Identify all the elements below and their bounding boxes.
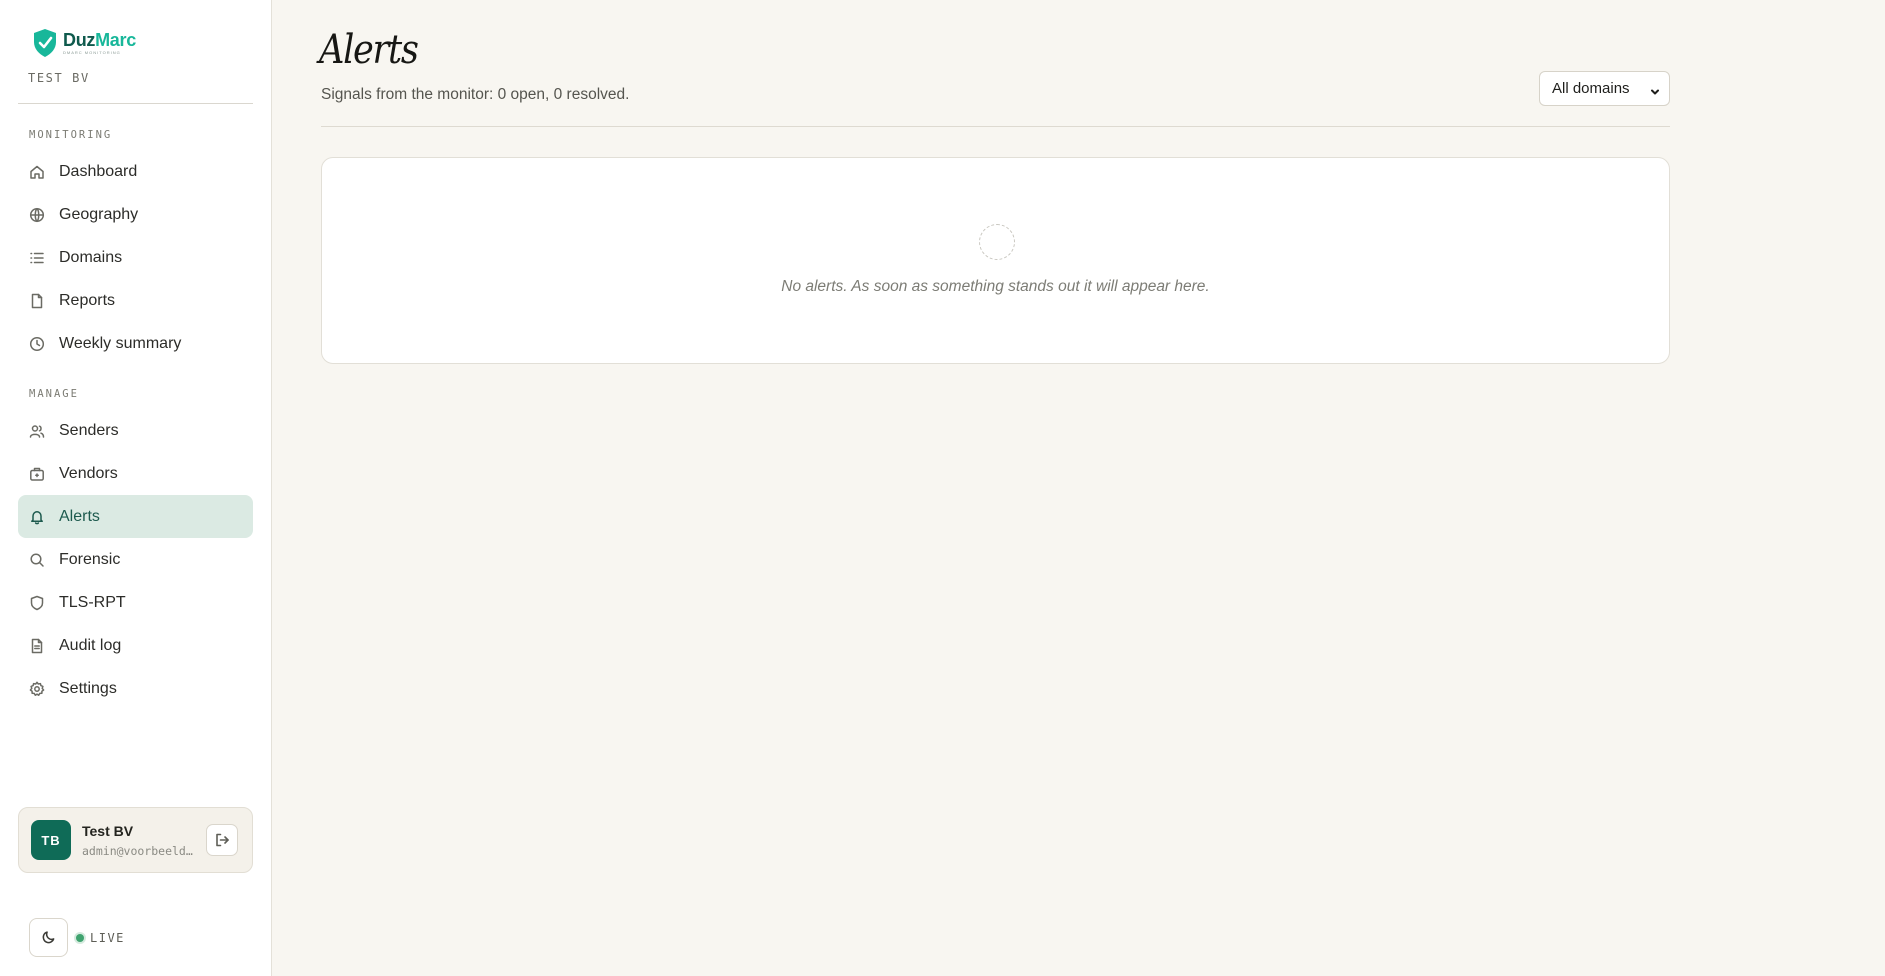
logout-icon (216, 833, 229, 847)
domain-filter-select[interactable]: All domains (1539, 71, 1670, 106)
sidebar-item-tls-rpt[interactable]: TLS-RPT (18, 581, 253, 624)
brand-tagline: DMARC MONITORING (63, 50, 121, 55)
shield-icon (29, 595, 45, 611)
live-status: LIVE (76, 931, 125, 945)
alerts-empty-state: No alerts. As soon as something stands o… (321, 157, 1670, 364)
nav-heading-manage: MANAGE (29, 388, 79, 400)
live-label: LIVE (90, 930, 125, 945)
sidebar-item-label: Alerts (59, 507, 100, 525)
file-icon (29, 293, 45, 309)
divider (18, 103, 253, 104)
org-name: TEST BV (28, 71, 90, 85)
sidebar-item-label: Audit log (59, 636, 122, 654)
brand-wordmark: DuzMarc DMARC MONITORING (63, 31, 136, 55)
sidebar-item-label: Vendors (59, 464, 118, 482)
nav-section-manage: MANAGE Senders Vendors Alerts Forensic T… (18, 383, 253, 710)
user-name: Test BV (82, 823, 134, 839)
sidebar-item-domains[interactable]: Domains (18, 236, 253, 279)
sidebar-item-label: Settings (59, 679, 117, 697)
sidebar-item-settings[interactable]: Settings (18, 667, 253, 710)
globe-icon (29, 207, 45, 223)
users-icon (29, 423, 45, 439)
bottom-bar: LIVE (29, 918, 125, 957)
user-card: TB Test BV admin@voorbeeld.nl (18, 807, 253, 873)
empty-state-icon (979, 224, 1015, 260)
page-title: Alerts (319, 27, 419, 73)
list-icon (29, 250, 45, 266)
app-root: DuzMarc DMARC MONITORING TEST BV MONITOR… (0, 0, 1885, 976)
theme-toggle-button[interactable] (29, 918, 68, 957)
logout-button[interactable] (206, 824, 238, 856)
sidebar-item-vendors[interactable]: Vendors (18, 452, 253, 495)
sidebar-item-label: TLS-RPT (59, 593, 126, 611)
sidebar-item-label: Geography (59, 205, 139, 223)
nav-heading-monitoring: MONITORING (29, 129, 113, 141)
brand-name-part2: Marc (95, 30, 136, 50)
nav-section-monitoring: MONITORING Dashboard Geography Domains R… (18, 124, 253, 365)
shield-check-logo-icon (34, 29, 56, 57)
empty-state-message: No alerts. As soon as something stands o… (781, 278, 1210, 295)
user-info: Test BV admin@voorbeeld.nl (82, 822, 200, 858)
sidebar-item-label: Domains (59, 248, 123, 266)
sidebar-item-dashboard[interactable]: Dashboard (18, 150, 253, 193)
sidebar-item-forensic[interactable]: Forensic (18, 538, 253, 581)
brand-name: DuzMarc (63, 31, 136, 49)
sidebar-item-label: Weekly summary (59, 334, 182, 352)
sidebar-item-weekly-summary[interactable]: Weekly summary (18, 322, 253, 365)
sidebar-item-audit-log[interactable]: Audit log (18, 624, 253, 667)
gear-icon (29, 681, 45, 697)
brand-logo[interactable]: DuzMarc DMARC MONITORING (32, 28, 136, 58)
live-dot-icon (76, 933, 84, 942)
sidebar-item-alerts[interactable]: Alerts (18, 495, 253, 538)
sidebar-item-senders[interactable]: Senders (18, 409, 253, 452)
avatar: TB (31, 820, 71, 860)
search-icon (29, 552, 45, 568)
user-email: admin@voorbeeld.nl (82, 844, 194, 858)
document-icon (29, 638, 45, 654)
brand-name-part1: Duz (63, 30, 96, 50)
clock-icon (29, 336, 45, 352)
divider (321, 126, 1670, 127)
chevron-down-icon (1650, 84, 1660, 95)
sidebar: DuzMarc DMARC MONITORING TEST BV MONITOR… (0, 0, 272, 976)
page-subtitle: Signals from the monitor: 0 open, 0 reso… (321, 86, 630, 103)
briefcase-icon (29, 466, 45, 482)
sidebar-item-label: Senders (59, 421, 119, 439)
sidebar-item-label: Dashboard (59, 162, 138, 180)
sidebar-item-reports[interactable]: Reports (18, 279, 253, 322)
home-icon (29, 164, 45, 180)
sidebar-item-label: Reports (59, 291, 116, 309)
sidebar-item-label: Forensic (59, 550, 121, 568)
sidebar-item-geography[interactable]: Geography (18, 193, 253, 236)
bell-icon (29, 509, 45, 525)
domain-filter-value: All domains (1552, 80, 1630, 97)
main-content: Alerts Signals from the monitor: 0 open,… (272, 0, 1885, 976)
moon-icon (42, 931, 55, 944)
